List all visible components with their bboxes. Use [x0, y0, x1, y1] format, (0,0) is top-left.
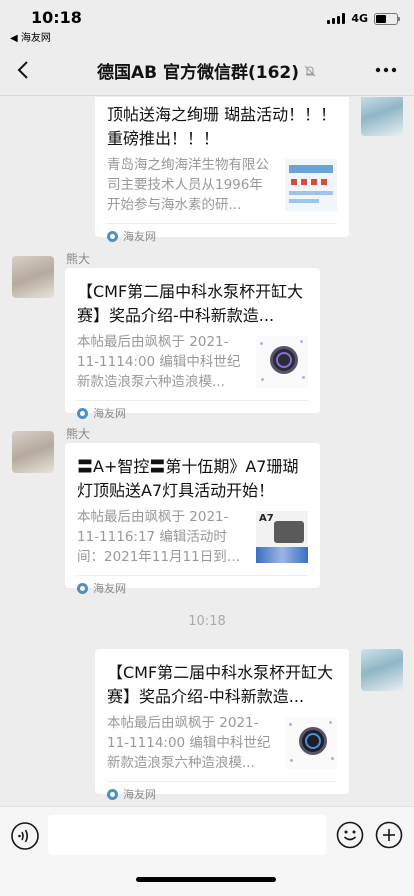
avatar[interactable] [361, 97, 403, 136]
sender-name: 熊大 [66, 427, 91, 441]
source-name: 海友网 [93, 582, 126, 595]
card-source: 海友网 [107, 781, 337, 806]
avatar[interactable] [361, 649, 403, 691]
card-thumbnail [285, 159, 337, 211]
status-indicators: 4G [327, 12, 400, 25]
card-thumbnail [285, 717, 337, 769]
source-logo-icon [107, 230, 118, 242]
network-type: 4G [351, 12, 368, 25]
card-thumbnail [256, 336, 308, 388]
voice-input-icon[interactable] [10, 821, 40, 851]
signal-icon [327, 13, 346, 24]
more-functions-plus-icon[interactable] [375, 821, 403, 849]
mute-bell-icon [304, 65, 316, 76]
source-logo-icon [77, 582, 88, 594]
chat-title-wrap: 德国AB 官方微信群(162) [0, 58, 414, 83]
home-indicator [136, 877, 276, 882]
card-body: 本帖最后由飒枫于 2021-11-1114:00 编辑中科世纪新款造浪泵六种造浪… [107, 713, 337, 773]
battery-icon [374, 12, 400, 25]
thumbnail-label: A7 [259, 513, 274, 524]
card-body: 本帖最后由飒枫于 2021-11-1116:17 编辑活动时间：2021年11月… [77, 507, 308, 567]
status-time: 10:18 [31, 8, 82, 27]
card-thumbnail: A7 [256, 511, 308, 563]
card-body: 本帖最后由飒枫于 2021-11-1114:00 编辑中科世纪新款造浪泵六种造浪… [77, 332, 308, 392]
chat-title: 德国AB 官方微信群(162) [96, 63, 300, 83]
source-name: 海友网 [123, 788, 156, 801]
link-card[interactable]: 顶帖送海之绚珊 瑚盐活动！！！ 重磅推出！！！ 青岛海之绚海洋生物有限公司主要技… [95, 97, 349, 243]
card-description: 青岛海之绚海洋生物有限公司主要技术人员从1996年开始参与海水素的研... [107, 157, 269, 213]
card-description: 本帖最后由飒枫于 2021-11-1116:17 编辑活动时间：2021年11月… [77, 509, 244, 565]
more-options-icon[interactable] [372, 58, 400, 82]
source-logo-icon [77, 407, 88, 419]
source-logo-icon [107, 788, 118, 800]
status-bar: 10:18 ◀ 海友网 4G [0, 0, 414, 44]
link-card[interactable]: 〓A+智控〓第十伍期》A7珊瑚灯顶贴送A7灯具活动开始！ 本帖最后由飒枫于 20… [65, 443, 320, 595]
message-input[interactable] [48, 815, 326, 855]
card-description: 本帖最后由飒枫于 2021-11-1114:00 编辑中科世纪新款造浪泵六种造浪… [77, 334, 241, 390]
link-card[interactable]: 【CMF第二届中科水泵杯开缸大赛】奖品介绍-中科新款造... 本帖最后由飒枫于 … [65, 268, 320, 420]
link-card[interactable]: 【CMF第二届中科水泵杯开缸大赛】奖品介绍-中科新款造... 本帖最后由飒枫于 … [95, 649, 349, 801]
sender-name: 熊大 [66, 252, 91, 266]
emoji-icon[interactable] [336, 821, 364, 849]
card-title: 【CMF第二届中科水泵杯开缸大赛】奖品介绍-中科新款造... [77, 282, 304, 325]
card-title: 【CMF第二届中科水泵杯开缸大赛】奖品介绍-中科新款造... [107, 663, 334, 706]
back-to-app-link[interactable]: ◀ 海友网 [10, 29, 51, 44]
avatar[interactable] [12, 431, 54, 473]
card-body: 青岛海之绚海洋生物有限公司主要技术人员从1996年开始参与海水素的研... [107, 155, 337, 215]
nav-bar: 德国AB 官方微信群(162) [0, 44, 414, 96]
card-source: 海友网 [77, 575, 308, 600]
card-source: 海友网 [107, 223, 337, 248]
source-name: 海友网 [123, 230, 156, 243]
input-bar [0, 806, 414, 896]
card-title: 〓A+智控〓第十伍期》A7珊瑚灯顶贴送A7灯具活动开始！ [77, 457, 299, 500]
avatar[interactable] [12, 256, 54, 298]
chat-area[interactable]: 顶帖送海之绚珊 瑚盐活动！！！ 重磅推出！！！ 青岛海之绚海洋生物有限公司主要技… [0, 97, 414, 806]
card-source: 海友网 [77, 400, 308, 425]
source-name: 海友网 [93, 407, 126, 420]
card-title: 顶帖送海之绚珊 瑚盐活动！！！ 重磅推出！！！ [107, 105, 337, 148]
message-timestamp: 10:18 [188, 614, 226, 629]
card-description: 本帖最后由飒枫于 2021-11-1114:00 编辑中科世纪新款造浪泵六种造浪… [107, 715, 271, 771]
